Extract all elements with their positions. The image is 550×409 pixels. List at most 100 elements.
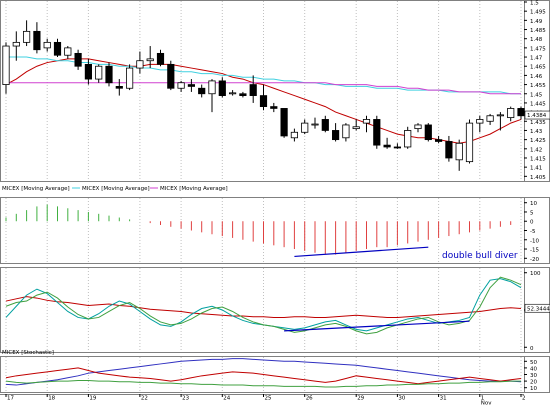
candle-bearish [74,52,82,67]
candle-bullish [414,124,422,130]
x-tick-label: 25 [265,396,272,402]
candle-bearish [105,65,113,84]
oscillator-last-label: 52.3444 [527,306,550,312]
histogram-tick-label: -20 [530,257,539,263]
candle-bullish [362,119,371,124]
price-tick-label: 1.43 [530,129,543,135]
candle-bullish [43,41,51,49]
oscillator-tick-label: 100 [530,271,541,277]
x-tick-label: 2 [522,396,526,402]
price-tick-label: 1.49 [530,19,543,25]
candle-bearish [167,63,175,89]
candle-bullish [507,108,515,119]
candle-bearish [393,146,401,149]
candle-bullish [496,114,504,117]
candle-bullish [2,45,10,85]
candle-bearish [115,86,123,89]
candle-bullish [64,47,72,56]
price-tick-label: 1.455 [530,83,546,89]
x-tick-label: 22 [141,396,148,402]
stochastic-tick-label: 20 [530,380,537,386]
candle-bullish [404,130,412,148]
candle-bullish [342,124,350,139]
x-tick-label: 30 [398,396,405,402]
candle-bullish [146,58,154,62]
price-tick-label: 1.42 [530,147,542,153]
oscillator-tick-label: 0 [530,346,534,352]
price-tick-label: 1.425 [530,138,546,144]
stochastic-title: MICEX [Stochastic] [2,350,54,356]
legend-label: MICEX [Moving Average] [2,186,70,192]
stochastic-tick-label: 30 [530,373,537,379]
candle-bearish [424,124,432,141]
x-tick-label: 17 [7,396,14,402]
price-tick-label: 1.465 [530,65,546,71]
candle-bullish [229,92,237,95]
price-tick-label: 1.495 [530,10,546,16]
last-price-label: 1.4384 [527,113,547,119]
candle-bullish [136,60,144,69]
x-tick-label: 29 [357,396,364,402]
price-tick-label: 1.45 [530,92,543,98]
candle-bearish [218,80,226,96]
candle-bullish [290,131,298,139]
candle-bearish [156,52,165,65]
candle-bearish [187,84,195,87]
oscillator-pane-frame [0,267,550,353]
price-tick-label: 1.405 [530,175,546,181]
candle-bearish [249,84,257,96]
trading-chart: 1.4051.411.4151.421.4251.431.4351.441.44… [0,0,550,407]
candle-bullish [486,115,494,122]
price-tick-label: 1.485 [530,28,546,34]
price-tick-label: 1.47 [530,56,543,62]
x-tick-label: 23 [182,396,189,402]
candle-bearish [84,63,92,80]
candle-bearish [239,93,247,96]
candle-bullish [208,80,216,95]
candle-bearish [53,41,62,56]
candle-bearish [517,108,525,117]
histogram-tick-label: -10 [530,238,539,244]
x-tick-label: 24 [223,396,230,402]
stochastic-tick-label: 10 [530,386,537,392]
candle-bearish [373,119,381,146]
x-tick-label: 19 [89,396,96,402]
divergence-annotation: double bull diver [442,251,518,261]
histogram-tick-label: 10 [530,201,537,207]
candle-bullish [126,67,134,89]
histogram-tick-label: -5 [530,229,536,235]
candle-bearish [435,139,443,142]
histogram-tick-label: 0 [530,220,534,226]
candle-bearish [383,144,391,148]
candle-bearish [198,87,206,95]
price-tick-label: 1.41 [530,166,542,172]
candle-bearish [280,108,288,137]
candle-bearish [270,106,278,109]
price-tick-label: 1.48 [530,37,543,43]
histogram-tick-label: 5 [530,210,534,216]
histogram-tick-label: -15 [530,248,539,254]
x-tick-label: 18 [48,396,55,402]
stochastic-tick-label: 40 [530,366,537,372]
price-tick-label: 1.5 [530,1,539,7]
candle-bullish [95,65,103,80]
candle-bullish [476,119,484,124]
price-tick-label: 1.475 [530,46,546,52]
candle-bearish [33,30,41,51]
x-month-label: Nov [481,401,492,406]
stochastic-tick-label: 50 [530,360,537,366]
candle-bullish [12,41,20,47]
x-tick-label: 31 [440,396,447,402]
candle-bearish [259,95,268,107]
chart-root: 1.4051.411.4151.421.4251.431.4351.441.44… [0,0,550,407]
price-tick-label: 1.415 [530,156,546,162]
candle-bullish [301,122,309,133]
candle-bullish [177,82,185,89]
candle-bullish [465,122,474,163]
price-tick-label: 1.445 [530,101,546,107]
candle-bullish [311,123,319,126]
price-tick-label: 1.46 [530,74,543,80]
x-tick-label: 26 [306,396,313,402]
candle-bearish [445,141,453,159]
candle-bearish [321,119,329,131]
